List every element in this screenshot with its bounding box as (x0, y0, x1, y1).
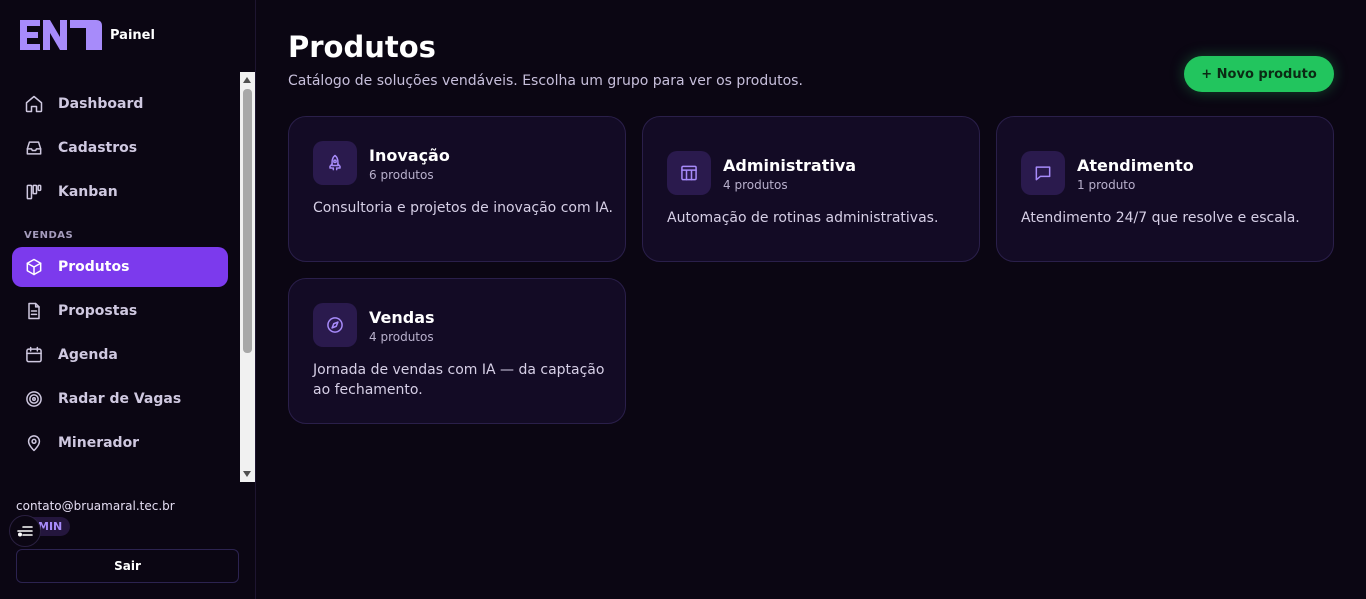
sidebar-item-label: Propostas (58, 303, 138, 319)
new-product-button[interactable]: + Novo produto (1184, 56, 1334, 92)
calendar-icon (26, 346, 42, 363)
card-description: Jornada de vendas com IA — da captação a… (313, 362, 605, 398)
sidebar-item-label: Agenda (58, 347, 118, 363)
box-icon (26, 258, 42, 276)
page-title: Produtos (288, 30, 436, 64)
sidebar-item-dashboard[interactable]: Dashboard (12, 84, 228, 124)
sidebar-item-label: Radar de Vagas (58, 391, 182, 407)
accessibility-toggle-button[interactable] (9, 515, 41, 547)
ent-logo (20, 20, 102, 50)
kanban-icon (26, 184, 42, 200)
home-icon (25, 95, 43, 113)
sidebar-scrollbar[interactable] (240, 72, 255, 482)
sidebar-nav: Dashboard Cadastros Kanban VENDAS Produt… (0, 72, 256, 482)
card-count: 6 produtos (369, 168, 434, 182)
user-email: contato@bruamaral.tec.br (16, 499, 175, 513)
brand-subtitle: Painel (110, 28, 155, 43)
sidebar-item-produtos[interactable]: Produtos (12, 247, 228, 287)
card-icon-wrapper (1021, 151, 1065, 195)
card-description: Consultoria e projetos de inovação com I… (313, 200, 613, 216)
card-title: Atendimento (1077, 156, 1194, 175)
map-pin-icon (27, 435, 41, 452)
sidebar-item-minerador[interactable]: Minerador (12, 423, 228, 463)
scroll-thumb[interactable] (243, 89, 252, 353)
brand[interactable]: Painel (20, 20, 155, 50)
sidebar-item-label: Dashboard (58, 96, 144, 112)
table-icon (681, 165, 697, 181)
sidebar-item-agenda[interactable]: Agenda (12, 335, 228, 375)
group-card-vendas[interactable]: Vendas 4 produtos Jornada de vendas com … (288, 278, 626, 424)
sliders-icon (17, 526, 33, 537)
card-icon-wrapper (667, 151, 711, 195)
card-count: 4 produtos (723, 178, 788, 192)
scroll-down-arrow-icon[interactable] (243, 471, 251, 477)
card-icon-wrapper (313, 141, 357, 185)
card-title: Inovação (369, 146, 450, 165)
target-icon (26, 391, 42, 407)
card-description: Automação de rotinas administrativas. (667, 210, 939, 226)
document-icon (28, 302, 40, 320)
sidebar-item-cadastros[interactable]: Cadastros (12, 128, 228, 168)
group-card-administrativa[interactable]: Administrativa 4 produtos Automação de r… (642, 116, 980, 262)
compass-icon (327, 317, 343, 333)
chat-icon (1035, 166, 1051, 181)
card-count: 4 produtos (369, 330, 434, 344)
page-subtitle: Catálogo de soluções vendáveis. Escolha … (288, 73, 803, 89)
sidebar-item-radar-de-vagas[interactable]: Radar de Vagas (12, 379, 228, 419)
sidebar-item-propostas[interactable]: Propostas (12, 291, 228, 331)
sidebar-item-label: Minerador (58, 435, 140, 451)
sidebar-item-kanban[interactable]: Kanban (12, 172, 228, 212)
sidebar-item-label: Cadastros (58, 140, 138, 156)
logout-button[interactable]: Sair (16, 549, 239, 583)
rocket-icon (329, 154, 341, 171)
card-count: 1 produto (1077, 178, 1136, 192)
group-card-atendimento[interactable]: Atendimento 1 produto Atendimento 24/7 q… (996, 116, 1334, 262)
sidebar-item-label: Kanban (58, 184, 118, 200)
sidebar: Painel Dashboard Cadastros Kanban VENDAS… (0, 0, 256, 599)
card-title: Vendas (369, 308, 435, 327)
group-card-inovacao[interactable]: Inovação 6 produtos Consultoria e projet… (288, 116, 626, 262)
sidebar-item-label: Produtos (58, 259, 130, 275)
card-description: Atendimento 24/7 que resolve e escala. (1021, 210, 1300, 226)
card-icon-wrapper (313, 303, 357, 347)
card-title: Administrativa (723, 156, 857, 175)
inbox-icon (26, 141, 42, 155)
section-label-vendas: VENDAS (24, 230, 74, 241)
scroll-up-arrow-icon[interactable] (243, 77, 251, 83)
